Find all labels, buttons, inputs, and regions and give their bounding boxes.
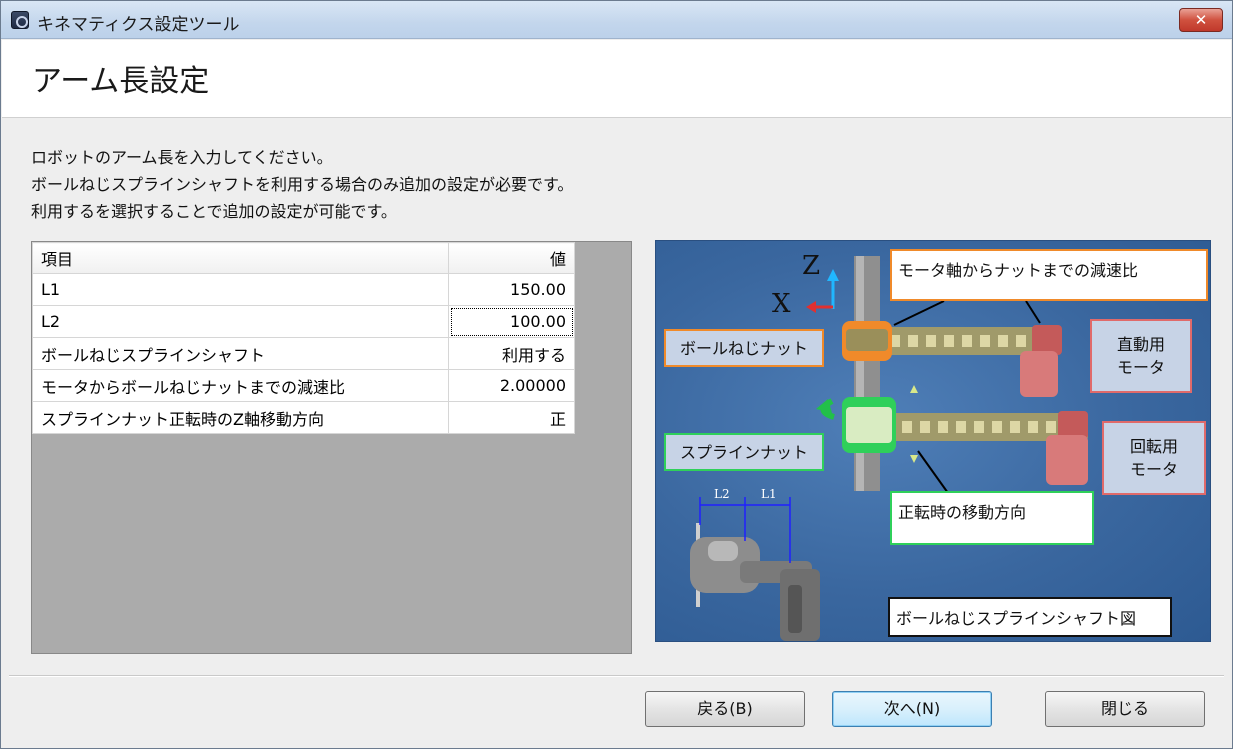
column-header-value[interactable]: 値: [448, 242, 575, 274]
z-axis-label: Z: [802, 251, 821, 281]
arm-l1-label: L1: [761, 487, 777, 501]
table-row[interactable]: L2 100.00: [32, 305, 575, 338]
rotation-motor: [1046, 435, 1088, 485]
reduction-pointer-2: [1025, 300, 1041, 324]
reduction-value-cell[interactable]: 2.00000: [448, 369, 575, 402]
direction-pointer: [917, 450, 949, 494]
x-axis-label: X: [772, 289, 791, 319]
ballscrew-spline-diagram: Z X モータ軸からナットまでの減速比 ボールねじナット 直動用 モータ スプラ…: [655, 240, 1211, 642]
l1-value-cell[interactable]: 150.00: [448, 273, 575, 306]
next-button[interactable]: 次へ(N): [832, 691, 992, 727]
instruction-line: ロボットのアーム長を入力してください。: [31, 148, 333, 167]
linear-motor-label-line2: モータ: [1116, 358, 1165, 377]
spline-nut-label: スプラインナット: [664, 433, 824, 471]
page-header: アーム長設定: [2, 40, 1231, 118]
close-button[interactable]: 閉じる: [1045, 691, 1205, 727]
scara-robot: [690, 523, 820, 641]
move-up-arrow: [910, 385, 918, 393]
diagram-caption: ボールねじスプラインシャフト図: [888, 597, 1172, 637]
instruction-line: 利用するを選択することで追加の設定が可能です。: [31, 202, 397, 221]
shaft-highlight: [856, 256, 864, 491]
move-down-arrow: [910, 455, 918, 463]
table-row[interactable]: L1 150.00: [32, 273, 575, 306]
table-row[interactable]: ボールねじスプラインシャフト 利用する: [32, 337, 575, 370]
property-grid: 項目 値 L1 150.00 L2 100.00 ボールねじスプラインシャフト …: [32, 242, 575, 434]
dialog-window: キネマティクス設定ツール ✕ アーム長設定 ロボットのアーム長を入力してください…: [0, 0, 1233, 749]
close-window-button[interactable]: ✕: [1179, 8, 1223, 32]
linear-motor-cap: [1032, 325, 1062, 355]
ballscrew-nut-body: [846, 329, 888, 351]
linear-motor: [1020, 351, 1058, 397]
arm-l2-label: L2: [714, 487, 730, 501]
rotation-motor-label-line2: モータ: [1129, 460, 1178, 479]
title-bar[interactable]: キネマティクス設定ツール ✕: [1, 1, 1232, 39]
table-row[interactable]: スプラインナット正転時のZ軸移動方向 正: [32, 401, 575, 434]
row-label-direction: スプラインナット正転時のZ軸移動方向: [32, 401, 449, 434]
linear-motor-label-line1: 直動用: [1116, 335, 1165, 354]
instructions: ロボットのアーム長を入力してください。 ボールねじスプラインシャフトを利用する場…: [31, 144, 573, 225]
spline-nut-body: [846, 407, 892, 443]
linear-motor-label: 直動用 モータ: [1090, 319, 1192, 393]
grid-header-row: 項目 値: [32, 242, 575, 274]
rotation-motor-label: 回転用 モータ: [1102, 421, 1206, 495]
rotation-motor-cap: [1058, 411, 1088, 439]
table-row[interactable]: モータからボールねじナットまでの減速比 2.00000: [32, 369, 575, 402]
row-label-ballscrew: ボールねじスプラインシャフト: [32, 337, 449, 370]
back-button[interactable]: 戻る(B): [645, 691, 805, 727]
ballscrew-value-cell[interactable]: 利用する: [448, 337, 575, 370]
l2-value-cell[interactable]: 100.00: [448, 305, 575, 338]
page-title: アーム長設定: [32, 64, 210, 99]
ballscrew-nut-label: ボールねじナット: [664, 329, 824, 367]
row-label-reduction: モータからボールねじナットまでの減速比: [32, 369, 449, 402]
property-grid-panel: 項目 値 L1 150.00 L2 100.00 ボールねじスプラインシャフト …: [31, 241, 632, 654]
direction-callout: 正転時の移動方向: [890, 491, 1094, 545]
lower-belt-teeth: [902, 421, 1056, 433]
direction-value-cell[interactable]: 正: [448, 401, 575, 434]
z-axis-arrow-head: [827, 269, 839, 281]
rotation-motor-label-line1: 回転用: [1129, 437, 1178, 456]
reduction-pointer: [893, 300, 945, 326]
x-axis-arrow-head: [806, 301, 816, 313]
window-title: キネマティクス設定ツール: [37, 15, 240, 35]
reduction-callout: モータ軸からナットまでの減速比: [890, 249, 1208, 301]
app-icon: [11, 11, 29, 29]
row-label-l1: L1: [32, 273, 449, 306]
column-header-item[interactable]: 項目: [32, 242, 449, 274]
instruction-line: ボールねじスプラインシャフトを利用する場合のみ追加の設定が必要です。: [31, 175, 574, 194]
row-label-l2: L2: [32, 305, 449, 338]
footer-divider: [9, 675, 1224, 677]
